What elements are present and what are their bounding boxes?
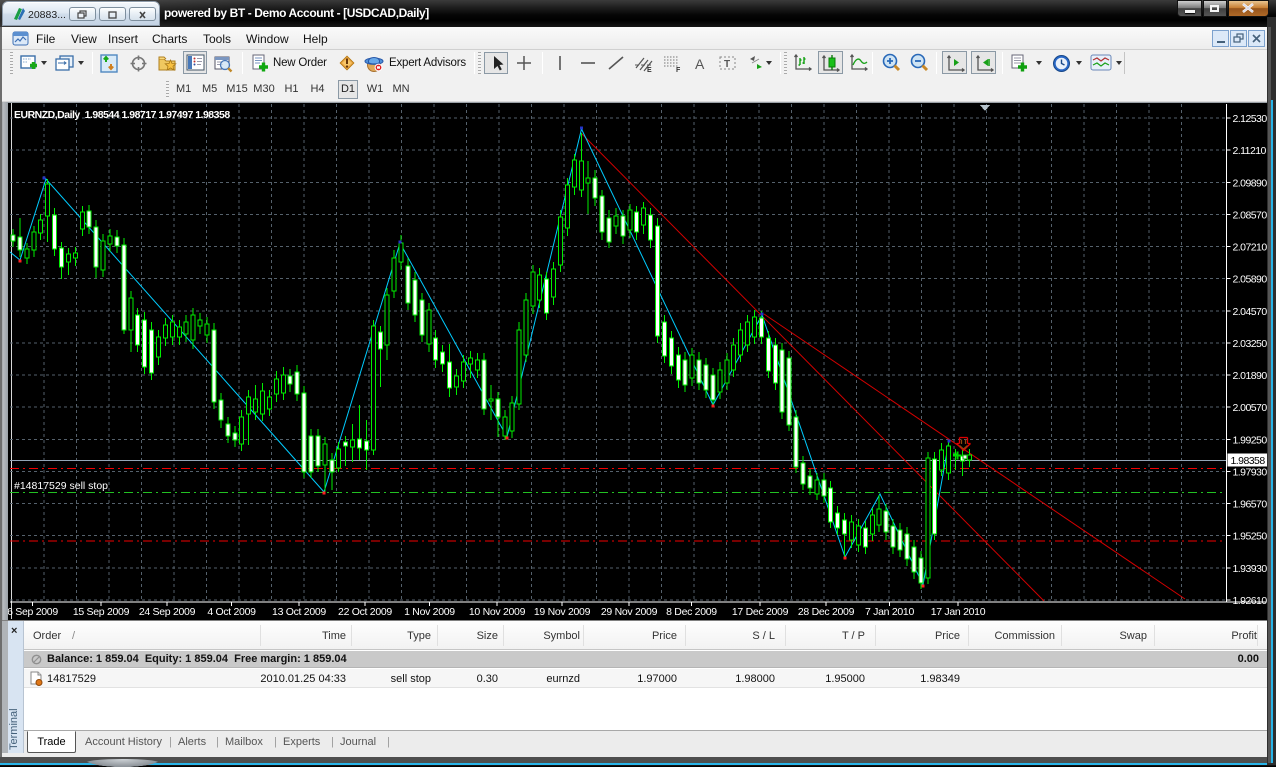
svg-text:A: A (695, 56, 705, 72)
svg-text:1.99250: 1.99250 (1233, 434, 1268, 446)
svg-text:2.04570: 2.04570 (1233, 306, 1268, 318)
svg-text:19 Nov 2009: 19 Nov 2009 (534, 606, 591, 618)
svg-text:1.97930: 1.97930 (1233, 466, 1268, 478)
svg-text:2.09890: 2.09890 (1233, 177, 1268, 189)
svg-text:#14817529 sell stop: #14817529 sell stop (14, 480, 108, 492)
svg-text:2.07210: 2.07210 (1233, 242, 1268, 254)
svg-text:29 Nov 2009: 29 Nov 2009 (601, 606, 658, 618)
svg-text:17 Jan 2010: 17 Jan 2010 (931, 606, 986, 618)
svg-text:2.01890: 2.01890 (1233, 370, 1268, 382)
svg-text:T: T (724, 59, 730, 70)
svg-text:1.95250: 1.95250 (1233, 531, 1268, 543)
svg-text:4 Oct 2009: 4 Oct 2009 (207, 606, 256, 618)
svg-text:6 Sep 2009: 6 Sep 2009 (8, 606, 58, 618)
svg-text:8 Dec 2009: 8 Dec 2009 (666, 606, 717, 618)
svg-text:1.96570: 1.96570 (1233, 499, 1268, 511)
svg-text:15 Sep 2009: 15 Sep 2009 (73, 606, 130, 618)
svg-text:2.05890: 2.05890 (1233, 274, 1268, 286)
svg-text:2.08570: 2.08570 (1233, 209, 1268, 221)
svg-text:28 Dec 2009: 28 Dec 2009 (798, 606, 855, 618)
svg-text:10 Nov 2009: 10 Nov 2009 (469, 606, 526, 618)
svg-text:22 Oct 2009: 22 Oct 2009 (338, 606, 392, 618)
svg-text:13 Oct 2009: 13 Oct 2009 (272, 606, 326, 618)
svg-text:1 Nov 2009: 1 Nov 2009 (404, 606, 455, 618)
svg-text:2.03250: 2.03250 (1233, 338, 1268, 350)
svg-text:1.93930: 1.93930 (1233, 563, 1268, 575)
svg-text:2.11210: 2.11210 (1233, 145, 1267, 157)
svg-text:1.98358: 1.98358 (1231, 455, 1266, 467)
svg-text:17 Dec 2009: 17 Dec 2009 (732, 606, 789, 618)
svg-text:24 Sep 2009: 24 Sep 2009 (139, 606, 196, 618)
svg-text:F: F (676, 67, 681, 74)
svg-text:1.92610: 1.92610 (1233, 595, 1268, 607)
svg-text:7 Jan 2010: 7 Jan 2010 (865, 606, 914, 618)
svg-text:2.12530: 2.12530 (1233, 113, 1268, 125)
svg-text:EURNZD,Daily 1.98544 1.98717: EURNZD,Daily 1.98544 1.98717 1.97497 1.9… (14, 109, 230, 121)
svg-text:E: E (647, 67, 652, 74)
svg-text:2.00570: 2.00570 (1233, 402, 1268, 414)
